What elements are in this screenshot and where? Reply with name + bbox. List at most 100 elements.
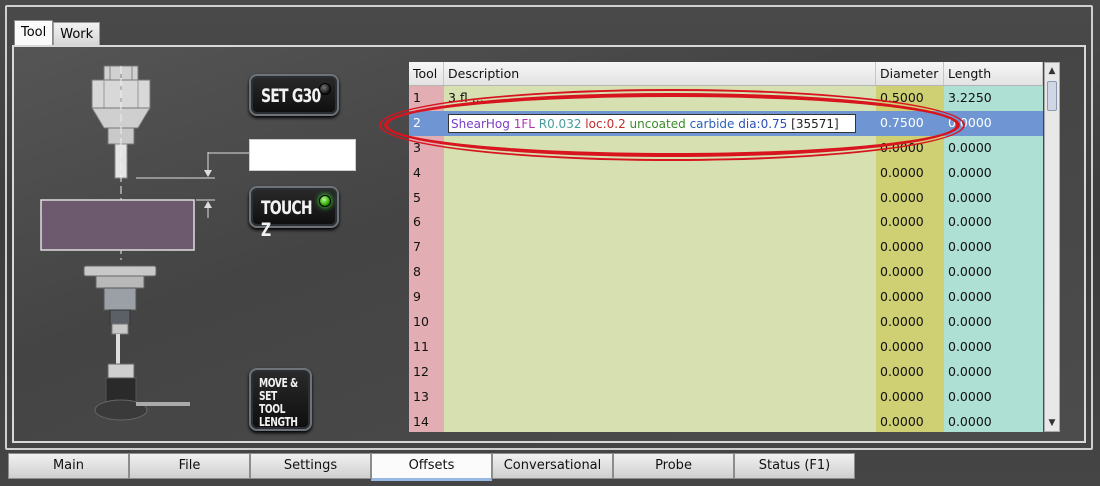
diameter-cell[interactable]: 0.0000 <box>876 359 944 385</box>
table-row[interactable]: 7 0.0000 0.0000 <box>409 235 1043 261</box>
diameter-cell[interactable]: 0.0000 <box>876 235 944 261</box>
table-row[interactable]: 6 0.0000 0.0000 <box>409 210 1043 236</box>
table-row[interactable]: 10 0.0000 0.0000 <box>409 310 1043 335</box>
tool-number-cell[interactable]: 2 <box>409 110 444 136</box>
diameter-cell[interactable]: 0.0000 <box>876 310 944 335</box>
diameter-cell[interactable]: 0.0000 <box>876 384 944 410</box>
description-cell[interactable] <box>444 210 876 236</box>
description-cell[interactable] <box>444 235 876 261</box>
length-cell[interactable]: 0.0000 <box>944 160 1043 186</box>
scroll-up-icon[interactable]: ▲ <box>1046 64 1058 78</box>
tool-number-cell[interactable]: 7 <box>409 235 444 261</box>
tool-number-cell[interactable]: 4 <box>409 160 444 186</box>
length-label: LENGTH <box>259 415 298 429</box>
length-cell[interactable]: 0.0000 <box>944 409 1043 432</box>
tool-number-cell[interactable]: 13 <box>409 384 444 410</box>
scroll-down-icon[interactable]: ▼ <box>1046 416 1058 430</box>
tool-number-cell[interactable]: 6 <box>409 210 444 236</box>
touch-z-value-field[interactable] <box>249 139 356 171</box>
header-diameter[interactable]: Diameter <box>876 62 944 85</box>
table-row[interactable]: 13 0.0000 0.0000 <box>409 384 1043 410</box>
diameter-cell[interactable]: 0.0000 <box>876 135 944 161</box>
description-cell[interactable]: 3 fl ... <box>444 86 876 111</box>
tool-number-cell[interactable]: 14 <box>409 409 444 432</box>
diameter-cell[interactable]: 0.7500 <box>876 110 944 136</box>
table-scrollbar[interactable]: ▲ ▼ <box>1044 62 1060 432</box>
diameter-cell[interactable]: 0.0000 <box>876 210 944 236</box>
length-cell[interactable]: 0.0000 <box>944 260 1043 286</box>
length-cell[interactable]: 0.0000 <box>944 185 1043 211</box>
description-cell[interactable] <box>444 409 876 432</box>
table-row[interactable]: 8 0.0000 0.0000 <box>409 260 1043 286</box>
tool-number-cell[interactable]: 8 <box>409 260 444 286</box>
tab-file[interactable]: File <box>129 453 250 479</box>
description-cell[interactable] <box>444 160 876 186</box>
header-tool[interactable]: Tool <box>409 62 444 85</box>
length-cell[interactable]: 3.2250 <box>944 86 1043 111</box>
description-cell[interactable] <box>444 285 876 311</box>
tool-number-cell[interactable]: 3 <box>409 135 444 161</box>
description-cell[interactable] <box>444 260 876 286</box>
diameter-cell[interactable]: 0.0000 <box>876 285 944 311</box>
table-row[interactable]: 5 0.0000 0.0000 <box>409 185 1043 211</box>
table-row[interactable]: 2 ShearHog 1FL R0.032 loc:0.2 uncoated ca… <box>409 110 1043 136</box>
length-cell[interactable]: 0.0000 <box>944 310 1043 335</box>
description-token-flutes: 1FL <box>513 116 535 131</box>
table-row[interactable]: 11 0.0000 0.0000 <box>409 334 1043 360</box>
length-cell[interactable]: 0.0000 <box>944 359 1043 385</box>
table-row[interactable]: 14 0.0000 0.0000 <box>409 409 1043 432</box>
description-cell[interactable] <box>444 384 876 410</box>
description-cell[interactable] <box>444 359 876 385</box>
diameter-cell[interactable]: 0.0000 <box>876 185 944 211</box>
set-tool-label: SET TOOL <box>259 389 286 416</box>
description-cell[interactable] <box>444 334 876 360</box>
scroll-thumb[interactable] <box>1047 81 1057 111</box>
tool-table[interactable]: Tool Description Diameter Length 13 fl .… <box>409 62 1043 432</box>
tool-number-cell[interactable]: 1 <box>409 86 444 111</box>
set-g30-button[interactable]: SET G30 <box>249 74 339 116</box>
table-row[interactable]: 9 0.0000 0.0000 <box>409 285 1043 311</box>
tab-status[interactable]: Status (F1) <box>734 453 855 479</box>
table-row[interactable]: 13 fl ... 0.5000 3.2250 <box>409 86 1043 111</box>
header-description[interactable]: Description <box>444 62 876 85</box>
tab-offsets[interactable]: Offsets <box>371 453 492 481</box>
description-cell[interactable]: ShearHog 1FL R0.032 loc:0.2 uncoated car… <box>444 110 876 136</box>
diameter-cell[interactable]: 0.5000 <box>876 86 944 111</box>
set-g30-label: SET G30 <box>261 85 321 107</box>
diameter-cell[interactable]: 0.0000 <box>876 334 944 360</box>
move-set-tool-length-button[interactable]: MOVE & SET TOOL LENGTH <box>249 368 312 431</box>
table-row[interactable]: 3 0.0000 0.0000 <box>409 135 1043 161</box>
length-cell[interactable]: 0.0000 <box>944 235 1043 261</box>
tool-number-cell[interactable]: 10 <box>409 310 444 335</box>
tool-number-cell[interactable]: 9 <box>409 285 444 311</box>
tool-number-cell[interactable]: 12 <box>409 359 444 385</box>
length-cell[interactable]: 0.0000 <box>944 285 1043 311</box>
length-cell[interactable]: 0.0000 <box>944 135 1043 161</box>
length-cell[interactable]: 0.0000 <box>944 384 1043 410</box>
tool-table-body: 13 fl ... 0.5000 3.2250 2 ShearHog 1FL R0.03… <box>409 86 1043 432</box>
table-row[interactable]: 12 0.0000 0.0000 <box>409 359 1043 385</box>
touch-z-label: TOUCH Z <box>261 197 313 241</box>
tool-table-header: Tool Description Diameter Length <box>409 62 1043 86</box>
header-length[interactable]: Length <box>944 62 1043 85</box>
tool-number-cell[interactable]: 11 <box>409 334 444 360</box>
diameter-cell[interactable]: 0.0000 <box>876 409 944 432</box>
length-cell[interactable]: 0.0000 <box>944 110 1043 136</box>
description-cell[interactable] <box>444 310 876 335</box>
table-row[interactable]: 4 0.0000 0.0000 <box>409 160 1043 186</box>
length-cell[interactable]: 0.0000 <box>944 334 1043 360</box>
description-cell[interactable] <box>444 135 876 161</box>
tab-conversational[interactable]: Conversational <box>492 453 613 479</box>
tool-setter-icon <box>83 265 190 421</box>
tab-settings[interactable]: Settings <box>250 453 371 479</box>
description-edit-field[interactable]: ShearHog 1FL R0.032 loc:0.2 uncoated car… <box>448 113 856 133</box>
description-cell[interactable] <box>444 185 876 211</box>
tool-number-cell[interactable]: 5 <box>409 185 444 211</box>
tab-main[interactable]: Main <box>8 453 129 479</box>
diameter-cell[interactable]: 0.0000 <box>876 260 944 286</box>
tab-probe[interactable]: Probe <box>613 453 734 479</box>
diameter-cell[interactable]: 0.0000 <box>876 160 944 186</box>
description-token-id: [35571] <box>791 116 839 131</box>
touch-z-button[interactable]: TOUCH Z <box>249 186 339 241</box>
length-cell[interactable]: 0.0000 <box>944 210 1043 236</box>
